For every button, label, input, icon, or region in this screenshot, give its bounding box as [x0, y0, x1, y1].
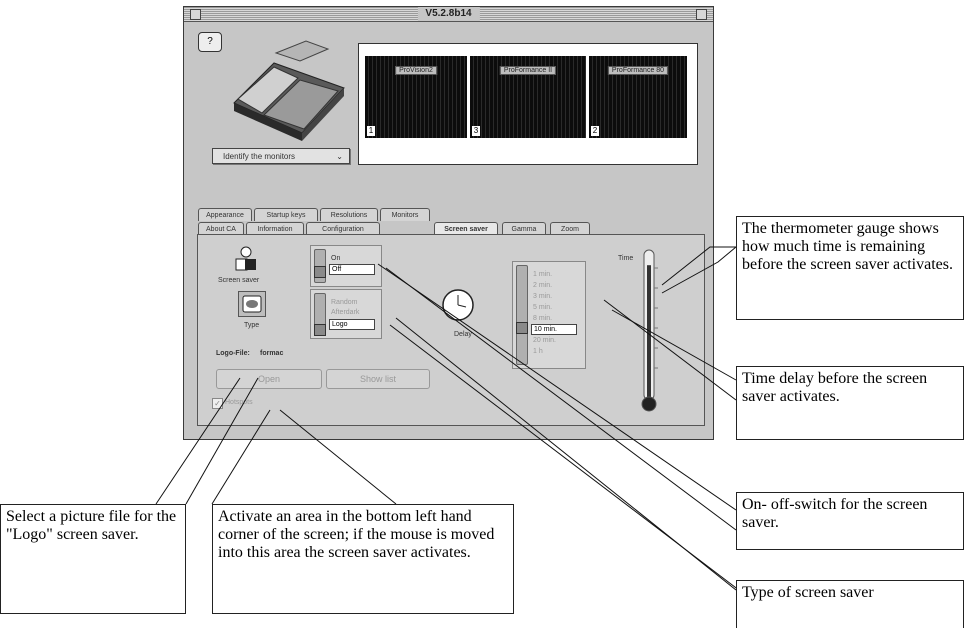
callout-time-delay: Time delay before the screen saver activ… — [736, 366, 964, 440]
callout-thermometer: The thermometer gauge shows how much tim… — [736, 216, 964, 320]
callout-hotspots: Activate an area in the bottom left hand… — [212, 504, 514, 614]
callout-type: Type of screen saver — [736, 580, 964, 628]
callout-picture-file: Select a picture file for the "Logo" scr… — [0, 504, 186, 614]
callout-onoff: On- off-switch for the screen saver. — [736, 492, 964, 550]
